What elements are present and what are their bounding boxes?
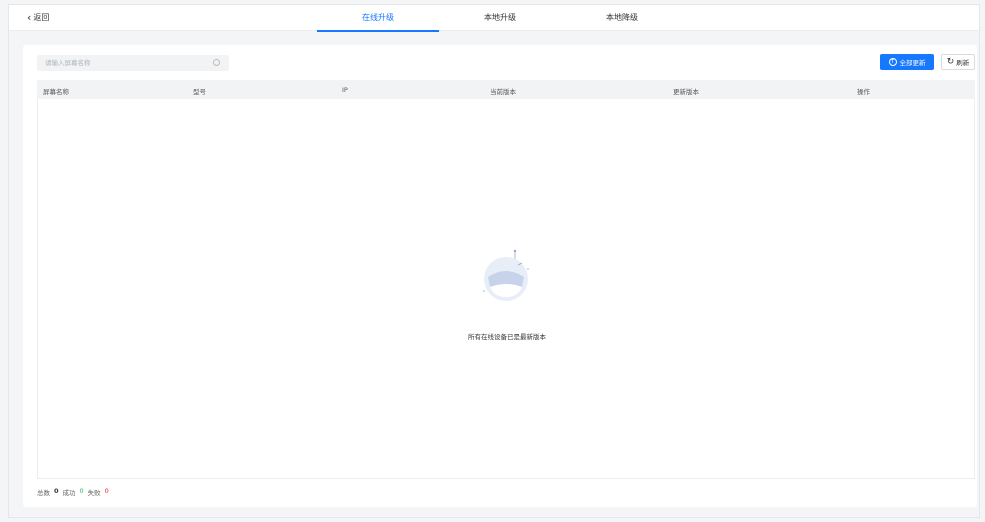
summary-bar: 总数 0 成功 0 失败 0 xyxy=(37,487,109,497)
total-value: 0 xyxy=(54,487,59,495)
column-header-current-version: 当前版本 xyxy=(490,88,516,96)
update-all-button[interactable]: ↑ 全部更新 xyxy=(880,54,934,70)
tab-local-downgrade[interactable]: 本地降级 xyxy=(561,5,683,31)
success-value: 0 xyxy=(79,487,84,495)
content-card: ↑ 全部更新 ↻ 刷新 屏幕名称 型号 IP 当前版本 更新版本 操作 xyxy=(23,45,977,507)
fail-value: 0 xyxy=(104,487,109,495)
table-body: 所有在线设备已是最新版本 xyxy=(37,99,975,479)
search-icon[interactable] xyxy=(213,59,220,66)
empty-state-message: 所有在线设备已是最新版本 xyxy=(468,333,546,341)
total-label: 总数 xyxy=(37,489,50,497)
refresh-button[interactable]: ↻ 刷新 xyxy=(941,54,975,70)
upload-icon: ↑ xyxy=(888,58,897,66)
back-label: 返回 xyxy=(33,13,50,22)
chevron-left-icon: ‹ xyxy=(27,10,32,24)
success-label: 成功 xyxy=(62,489,76,497)
column-header-update-version: 更新版本 xyxy=(673,88,699,96)
tab-local-upgrade[interactable]: 本地升级 xyxy=(439,5,561,31)
refresh-icon: ↻ xyxy=(946,56,955,67)
refresh-label: 刷新 xyxy=(956,59,970,67)
update-all-label: 全部更新 xyxy=(899,59,926,67)
app-window: ‹ 返回 在线升级 本地升级 本地降级 ↑ 全部更新 ↻ 刷新 屏幕名称 型号 … xyxy=(8,4,980,518)
empty-state-illustration xyxy=(483,249,529,301)
column-header-screen-name: 屏幕名称 xyxy=(43,88,69,96)
back-button[interactable]: ‹ 返回 xyxy=(27,12,49,23)
column-header-model: 型号 xyxy=(193,88,206,96)
search-input[interactable] xyxy=(37,55,229,71)
tab-online-upgrade[interactable]: 在线升级 xyxy=(317,5,439,32)
tab-bar: 在线升级 本地升级 本地降级 xyxy=(317,5,683,32)
column-header-actions: 操作 xyxy=(857,88,870,96)
top-bar: ‹ 返回 在线升级 本地升级 本地降级 xyxy=(9,5,979,32)
column-header-ip: IP xyxy=(342,86,348,94)
table-header: 屏幕名称 型号 IP 当前版本 更新版本 操作 xyxy=(37,80,975,99)
fail-label: 失败 xyxy=(87,489,101,497)
